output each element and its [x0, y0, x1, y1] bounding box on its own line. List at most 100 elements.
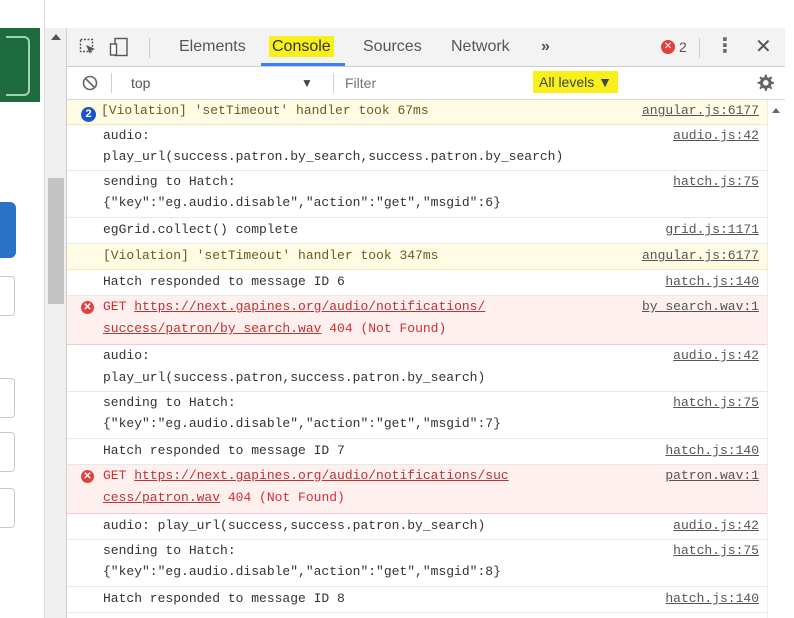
source-link[interactable]: angular.js:6177	[642, 245, 759, 267]
console-scrollbar[interactable]	[767, 100, 786, 618]
scroll-up-arrow-icon[interactable]	[51, 34, 61, 40]
source-link[interactable]: hatch.js:140	[665, 588, 759, 610]
filter-input[interactable]	[345, 72, 531, 94]
console-row-log[interactable]: Hatch responded to message ID 7 hatch.js…	[67, 439, 767, 465]
console-message: Hatch responded to message ID 7	[103, 443, 345, 458]
error-icon: ✕	[81, 301, 94, 314]
http-method: GET	[103, 468, 127, 483]
request-url[interactable]: https://next.gapines.org/audio/notificat…	[134, 299, 485, 314]
source-link[interactable]: audio.js:42	[673, 515, 759, 537]
console-message: audio:	[103, 128, 150, 143]
console-row-log[interactable]: sending to Hatch: {"key":"eg.audio.disab…	[67, 540, 767, 587]
more-tabs-button[interactable]: »	[541, 28, 550, 66]
console-message: GET https://next.gapines.org/audio/notif…	[103, 296, 485, 318]
console-row-log[interactable]: audio: play_url(success.patron.by_search…	[67, 125, 767, 171]
source-link[interactable]: hatch.js:140	[665, 440, 759, 462]
console-message: GET https://next.gapines.org/audio/notif…	[103, 465, 509, 487]
devtools-panel: Elements Console Sources Network » ✕ 2 ⋮…	[66, 28, 786, 618]
tab-console[interactable]: Console	[269, 28, 334, 66]
console-row-error[interactable]: ✕ GET https://next.gapines.org/audio/not…	[67, 465, 767, 514]
toolbar-separator	[149, 38, 150, 58]
error-count-value[interactable]: 2	[679, 28, 687, 66]
device-toolbar-icon[interactable]	[109, 37, 131, 57]
toolbar-separator	[699, 38, 700, 58]
error-count-icon[interactable]: ✕	[661, 40, 675, 54]
console-message: play_url(success.patron,success.patron.b…	[103, 370, 486, 385]
source-link[interactable]: patron.wav:1	[665, 465, 759, 487]
console-row-log[interactable]: audio: play_url(success.patron,success.p…	[67, 345, 767, 392]
green-header-outline	[6, 36, 30, 96]
source-link[interactable]: audio.js:42	[673, 345, 759, 367]
console-message: egGrid.collect() complete	[103, 222, 299, 237]
console-row-violation[interactable]: 2 [Violation] 'setTimeout' handler took …	[67, 100, 767, 125]
console-message: sending to Hatch:	[103, 395, 236, 410]
source-link[interactable]: hatch.js:75	[673, 540, 759, 562]
http-status: 404 (Not Found)	[227, 490, 345, 505]
error-icon: ✕	[81, 470, 94, 483]
console-row-violation[interactable]: [Violation] 'setTimeout' handler took 34…	[67, 244, 767, 270]
page-scrollbar-thumb[interactable]	[48, 178, 64, 304]
http-method: GET	[103, 299, 127, 314]
request-url[interactable]: success/patron/by_search.wav	[103, 321, 321, 336]
input-field-fragment[interactable]	[0, 488, 15, 528]
tab-sources[interactable]: Sources	[363, 28, 422, 66]
log-levels-dropdown[interactable]: All levels ▼	[533, 71, 618, 93]
console-message: sending to Hatch:	[103, 543, 236, 558]
source-link[interactable]: angular.js:6177	[642, 100, 759, 122]
console-row-log[interactable]: audio: play_url(success,success.patron.b…	[67, 514, 767, 540]
request-url[interactable]: https://next.gapines.org/audio/notificat…	[134, 468, 508, 483]
console-row-log[interactable]: sending to Hatch: {"key":"eg.audio.disab…	[67, 171, 767, 218]
console-message: Hatch responded to message ID 8	[103, 591, 345, 606]
inspect-element-icon[interactable]	[79, 38, 97, 56]
active-tab-indicator	[261, 63, 345, 66]
clear-console-icon[interactable]	[81, 74, 99, 92]
console-message: {"key":"eg.audio.disable","action":"get"…	[103, 195, 501, 210]
console-message: [Violation] 'setTimeout' handler took 67…	[101, 103, 429, 118]
source-link[interactable]: hatch.js:140	[665, 271, 759, 293]
console-message: success/patron/by_search.wav 404 (Not Fo…	[103, 318, 446, 340]
console-message: cess/patron.wav 404 (Not Found)	[103, 487, 345, 509]
input-field-fragment[interactable]	[0, 276, 15, 316]
source-link[interactable]: audio.js:42	[673, 125, 759, 147]
console-message: audio: play_url(success,success.patron.b…	[103, 518, 486, 533]
source-link[interactable]: hatch.js:75	[673, 392, 759, 414]
tab-elements[interactable]: Elements	[179, 28, 246, 66]
kebab-menu-icon[interactable]: ⋮	[715, 28, 735, 66]
devtools-tab-bar: Elements Console Sources Network » ✕ 2 ⋮…	[67, 28, 785, 67]
console-message: {"key":"eg.audio.disable","action":"get"…	[103, 564, 501, 579]
page-left-strip	[0, 0, 45, 618]
console-row-log[interactable]: Hatch responded to message ID 6 hatch.js…	[67, 270, 767, 296]
tab-network[interactable]: Network	[451, 28, 510, 66]
source-link[interactable]: grid.js:1171	[665, 219, 759, 241]
context-dropdown-arrow-icon[interactable]: ▼	[301, 71, 313, 95]
input-field-fragment[interactable]	[0, 378, 15, 418]
source-link[interactable]: hatch.js:75	[673, 171, 759, 193]
console-message: play_url(success.patron.by_search,succes…	[103, 149, 564, 164]
console-row-error[interactable]: ✕ GET https://next.gapines.org/audio/not…	[67, 296, 767, 345]
source-link[interactable]: by_search.wav:1	[642, 296, 759, 318]
console-row-log[interactable]: egGrid.collect() complete grid.js:1171	[67, 218, 767, 244]
repeat-count-badge: 2	[81, 107, 96, 122]
console-row-log[interactable]: Hatch responded to message ID 8 hatch.js…	[67, 587, 767, 613]
close-icon[interactable]: ✕	[755, 28, 772, 66]
console-message: Hatch responded to message ID 6	[103, 274, 345, 289]
toolbar-separator	[333, 73, 334, 93]
request-url[interactable]: cess/patron.wav	[103, 490, 220, 505]
console-row-log[interactable]: sending to Hatch: {"key":"eg.audio.disab…	[67, 392, 767, 439]
page-scrollbar[interactable]	[44, 28, 67, 618]
context-selector[interactable]: top	[131, 71, 150, 95]
green-header-block	[0, 28, 40, 102]
input-field-fragment[interactable]	[0, 432, 15, 472]
console-messages: 2 [Violation] 'setTimeout' handler took …	[67, 100, 767, 618]
settings-gear-icon[interactable]	[755, 73, 775, 93]
console-message: audio:	[103, 348, 150, 363]
console-message: {"key":"eg.audio.disable","action":"get"…	[103, 416, 501, 431]
http-status: 404 (Not Found)	[329, 321, 447, 336]
toolbar-separator	[111, 73, 112, 93]
console-message: sending to Hatch:	[103, 174, 236, 189]
console-toolbar: top ▼ All levels ▼	[67, 67, 785, 100]
console-message: [Violation] 'setTimeout' handler took 34…	[103, 248, 439, 263]
blue-button-fragment[interactable]	[0, 202, 16, 258]
tab-console-label: Console	[269, 36, 334, 57]
scroll-up-arrow-icon[interactable]	[772, 108, 780, 113]
